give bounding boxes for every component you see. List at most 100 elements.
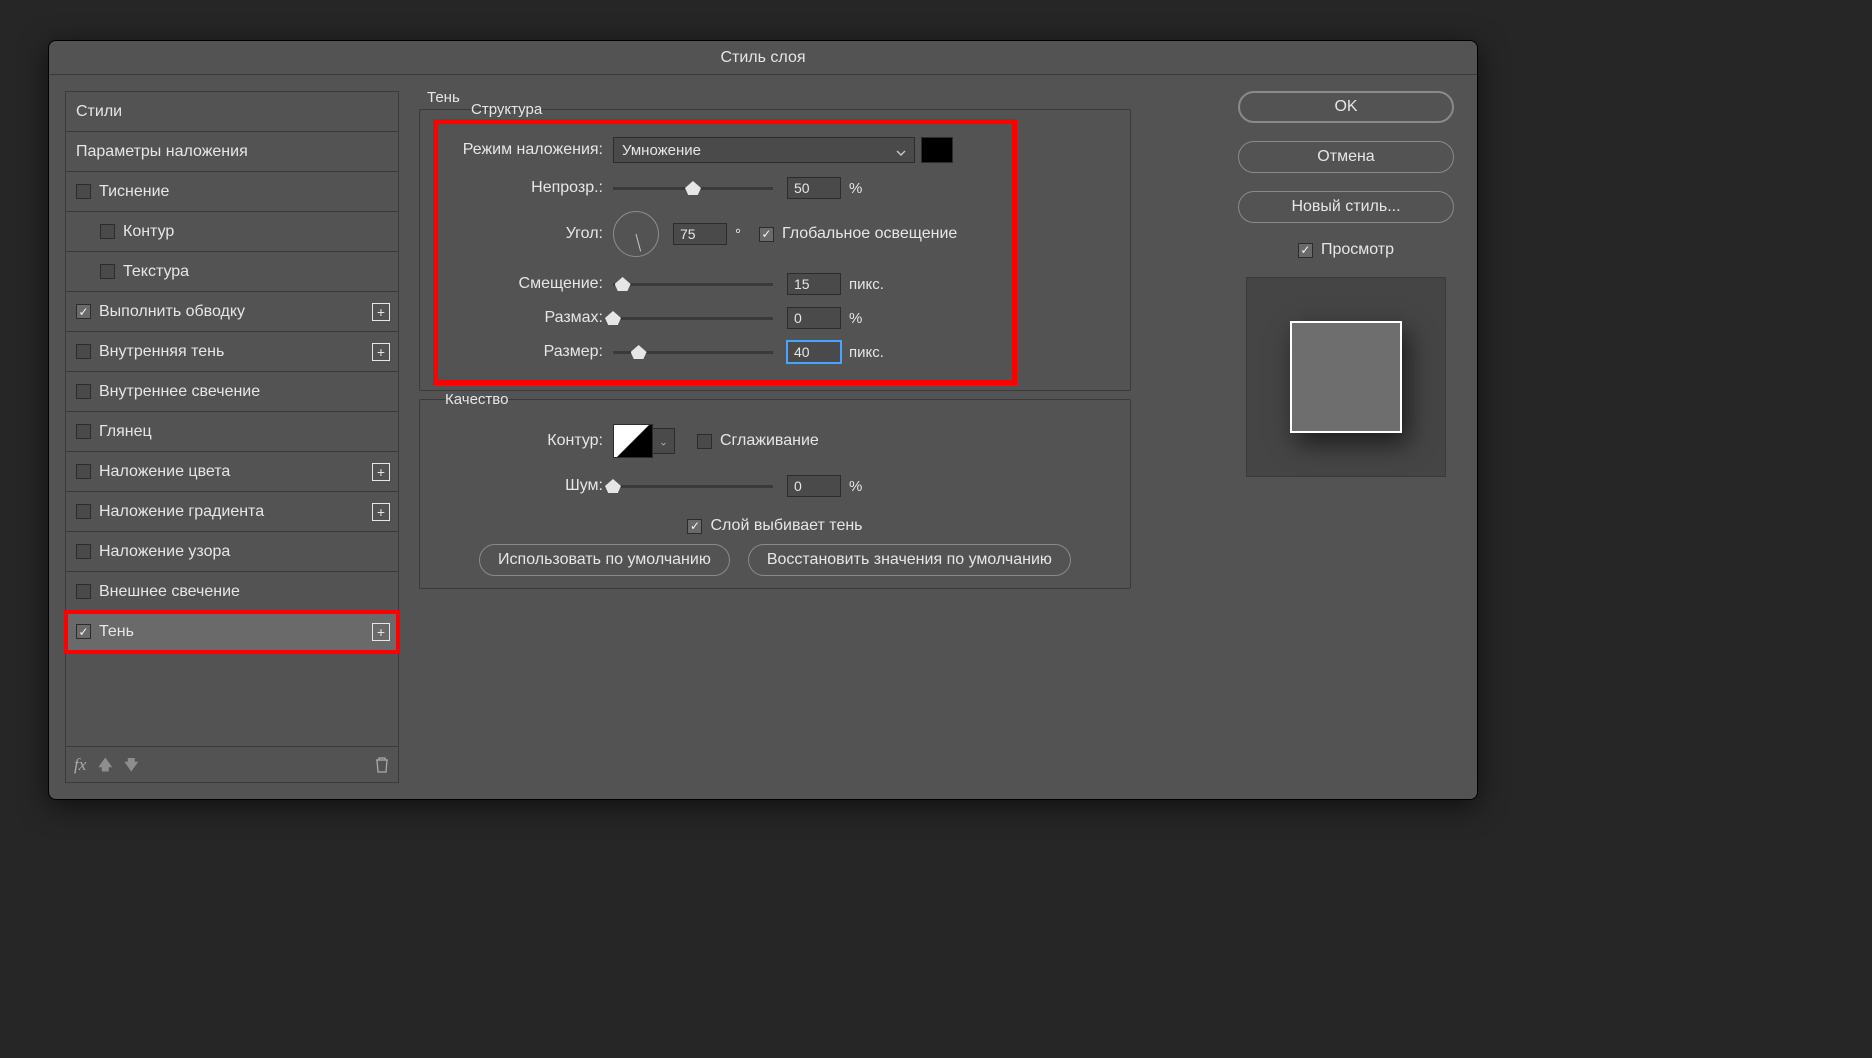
- contour-preset[interactable]: [613, 424, 653, 458]
- knockout-checkbox[interactable]: [687, 519, 702, 534]
- sidebar-item-label: Наложение узора: [99, 543, 230, 561]
- sidebar-item-label: Текстура: [123, 263, 189, 281]
- distance-slider[interactable]: [613, 274, 773, 294]
- make-default-button[interactable]: Использовать по умолчанию: [479, 544, 730, 576]
- shadow-color-swatch[interactable]: [921, 137, 953, 163]
- checkbox-icon[interactable]: [76, 424, 91, 439]
- distance-unit: пикс.: [849, 276, 884, 293]
- preview-box: [1246, 277, 1446, 477]
- noise-unit: %: [849, 478, 862, 495]
- blend-mode-dropdown[interactable]: Умножение: [613, 137, 915, 163]
- panel-section-title: Тень: [427, 89, 460, 106]
- sidebar-item-label: Контур: [123, 223, 174, 241]
- checkbox-icon[interactable]: [100, 224, 115, 239]
- opacity-label: Непрозр.:: [445, 179, 613, 197]
- distance-label: Смещение:: [445, 275, 613, 293]
- sidebar-item-label: Тень: [99, 623, 134, 641]
- sidebar-item-texture[interactable]: Текстура: [66, 252, 398, 292]
- sidebar-item-contour[interactable]: Контур: [66, 212, 398, 252]
- opacity-slider[interactable]: [613, 178, 773, 198]
- blend-mode-value: Умножение: [622, 142, 701, 159]
- add-effect-icon[interactable]: [372, 503, 390, 521]
- sidebar-item-label: Тиснение: [99, 183, 169, 201]
- preview-swatch: [1290, 321, 1402, 433]
- move-up-icon[interactable]: [98, 758, 112, 772]
- size-input[interactable]: [787, 341, 841, 363]
- angle-input[interactable]: [673, 223, 727, 245]
- noise-input[interactable]: [787, 475, 841, 497]
- chevron-down-icon: [661, 436, 666, 446]
- preview-checkbox[interactable]: [1298, 243, 1313, 258]
- spread-input[interactable]: [787, 307, 841, 329]
- sidebar-item-label: Наложение цвета: [99, 463, 230, 481]
- sidebar-item-label: Внутренняя тень: [99, 343, 224, 361]
- noise-slider[interactable]: [613, 476, 773, 496]
- move-down-icon[interactable]: [124, 758, 138, 772]
- sidebar-item-satin[interactable]: Глянец: [66, 412, 398, 452]
- checkbox-icon[interactable]: [76, 544, 91, 559]
- angle-unit: °: [735, 226, 741, 243]
- distance-input[interactable]: [787, 273, 841, 295]
- sidebar-item-color-overlay[interactable]: Наложение цвета: [66, 452, 398, 492]
- sidebar-item-label: Глянец: [99, 423, 152, 441]
- new-style-button[interactable]: Новый стиль...: [1238, 191, 1454, 223]
- angle-dial[interactable]: [613, 211, 659, 257]
- fx-icon[interactable]: fx: [74, 755, 86, 775]
- checkbox-icon[interactable]: [76, 584, 91, 599]
- effects-sidebar: Стили Параметры наложения Тиснение Конту…: [65, 91, 399, 783]
- size-unit: пикс.: [849, 344, 884, 361]
- checkbox-icon[interactable]: [76, 624, 91, 639]
- sidebar-item-gradient-overlay[interactable]: Наложение градиента: [66, 492, 398, 532]
- sidebar-item-pattern-overlay[interactable]: Наложение узора: [66, 532, 398, 572]
- spread-unit: %: [849, 310, 862, 327]
- size-slider[interactable]: [613, 342, 773, 362]
- add-effect-icon[interactable]: [372, 623, 390, 641]
- checkbox-icon[interactable]: [76, 344, 91, 359]
- trash-icon[interactable]: [374, 756, 390, 774]
- checkbox-icon[interactable]: [76, 504, 91, 519]
- blend-mode-label: Режим наложения:: [445, 141, 613, 159]
- checkbox-icon[interactable]: [100, 264, 115, 279]
- sidebar-styles-header-label: Стили: [76, 103, 122, 121]
- sidebar-blend-options[interactable]: Параметры наложения: [66, 132, 398, 172]
- opacity-input[interactable]: [787, 177, 841, 199]
- quality-title: Качество: [445, 391, 508, 408]
- add-effect-icon[interactable]: [372, 303, 390, 321]
- noise-label: Шум:: [445, 477, 613, 495]
- ok-button[interactable]: OK: [1238, 91, 1454, 123]
- size-label: Размер:: [445, 343, 613, 361]
- checkbox-icon[interactable]: [76, 384, 91, 399]
- layer-style-dialog: Стиль слоя Стили Параметры наложения Тис…: [48, 40, 1478, 800]
- sidebar-styles-header[interactable]: Стили: [66, 92, 398, 132]
- spread-slider[interactable]: [613, 308, 773, 328]
- sidebar-item-label: Выполнить обводку: [99, 303, 245, 321]
- reset-default-button[interactable]: Восстановить значения по умолчанию: [748, 544, 1071, 576]
- add-effect-icon[interactable]: [372, 463, 390, 481]
- antialias-checkbox[interactable]: [697, 434, 712, 449]
- global-light-checkbox[interactable]: [759, 227, 774, 242]
- checkbox-icon[interactable]: [76, 464, 91, 479]
- sidebar-item-outer-glow[interactable]: Внешнее свечение: [66, 572, 398, 612]
- add-effect-icon[interactable]: [372, 343, 390, 361]
- preview-toggle[interactable]: Просмотр: [1298, 241, 1394, 259]
- sidebar-item-label: Внешнее свечение: [99, 583, 240, 601]
- sidebar-item-label: Наложение градиента: [99, 503, 264, 521]
- sidebar-item-stroke[interactable]: Выполнить обводку: [66, 292, 398, 332]
- sidebar-footer: fx: [65, 747, 399, 783]
- opacity-unit: %: [849, 180, 862, 197]
- sidebar-item-drop-shadow[interactable]: Тень: [66, 612, 398, 652]
- angle-label: Угол:: [445, 225, 613, 243]
- sidebar-item-inner-glow[interactable]: Внутреннее свечение: [66, 372, 398, 412]
- structure-title: Структура: [471, 101, 542, 118]
- sidebar-item-label: Внутреннее свечение: [99, 383, 260, 401]
- global-light-label: Глобальное освещение: [782, 225, 957, 243]
- chevron-down-icon: [896, 145, 906, 155]
- sidebar-item-inner-shadow[interactable]: Внутренняя тень: [66, 332, 398, 372]
- checkbox-icon[interactable]: [76, 184, 91, 199]
- sidebar-item-bevel[interactable]: Тиснение: [66, 172, 398, 212]
- checkbox-icon[interactable]: [76, 304, 91, 319]
- cancel-button[interactable]: Отмена: [1238, 141, 1454, 173]
- antialias-label: Сглаживание: [720, 432, 819, 450]
- preview-label: Просмотр: [1321, 241, 1394, 259]
- contour-dropdown[interactable]: [653, 428, 675, 454]
